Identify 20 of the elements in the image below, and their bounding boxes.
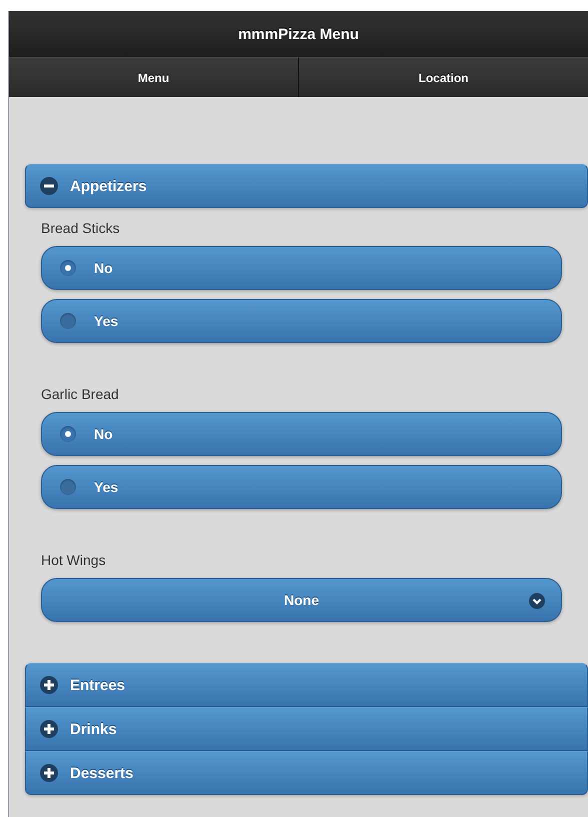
- nav-tab[interactable]: Location: [299, 57, 588, 97]
- chevron-down-icon: [529, 593, 545, 609]
- section-header[interactable]: Appetizers: [25, 164, 588, 208]
- field-label: Hot Wings: [41, 552, 107, 568]
- section-header[interactable]: Entrees: [25, 663, 588, 707]
- radio-option[interactable]: Yes: [41, 465, 562, 509]
- field-label: Garlic Bread: [41, 386, 120, 402]
- minus-icon: [40, 177, 58, 195]
- plus-icon: [40, 720, 58, 738]
- select-menu[interactable]: None: [41, 578, 562, 622]
- nav-tab[interactable]: Menu: [9, 57, 299, 97]
- page-title: mmmPizza Menu: [238, 26, 359, 42]
- section-header[interactable]: Drinks: [25, 707, 588, 751]
- section-header[interactable]: Desserts: [25, 751, 588, 795]
- plus-icon: [40, 764, 58, 782]
- plus-icon: [40, 676, 58, 694]
- radio-option[interactable]: Yes: [41, 299, 562, 343]
- radio-option[interactable]: No: [41, 412, 562, 456]
- field-label: Bread Sticks: [41, 220, 121, 236]
- radio-option[interactable]: No: [41, 246, 562, 290]
